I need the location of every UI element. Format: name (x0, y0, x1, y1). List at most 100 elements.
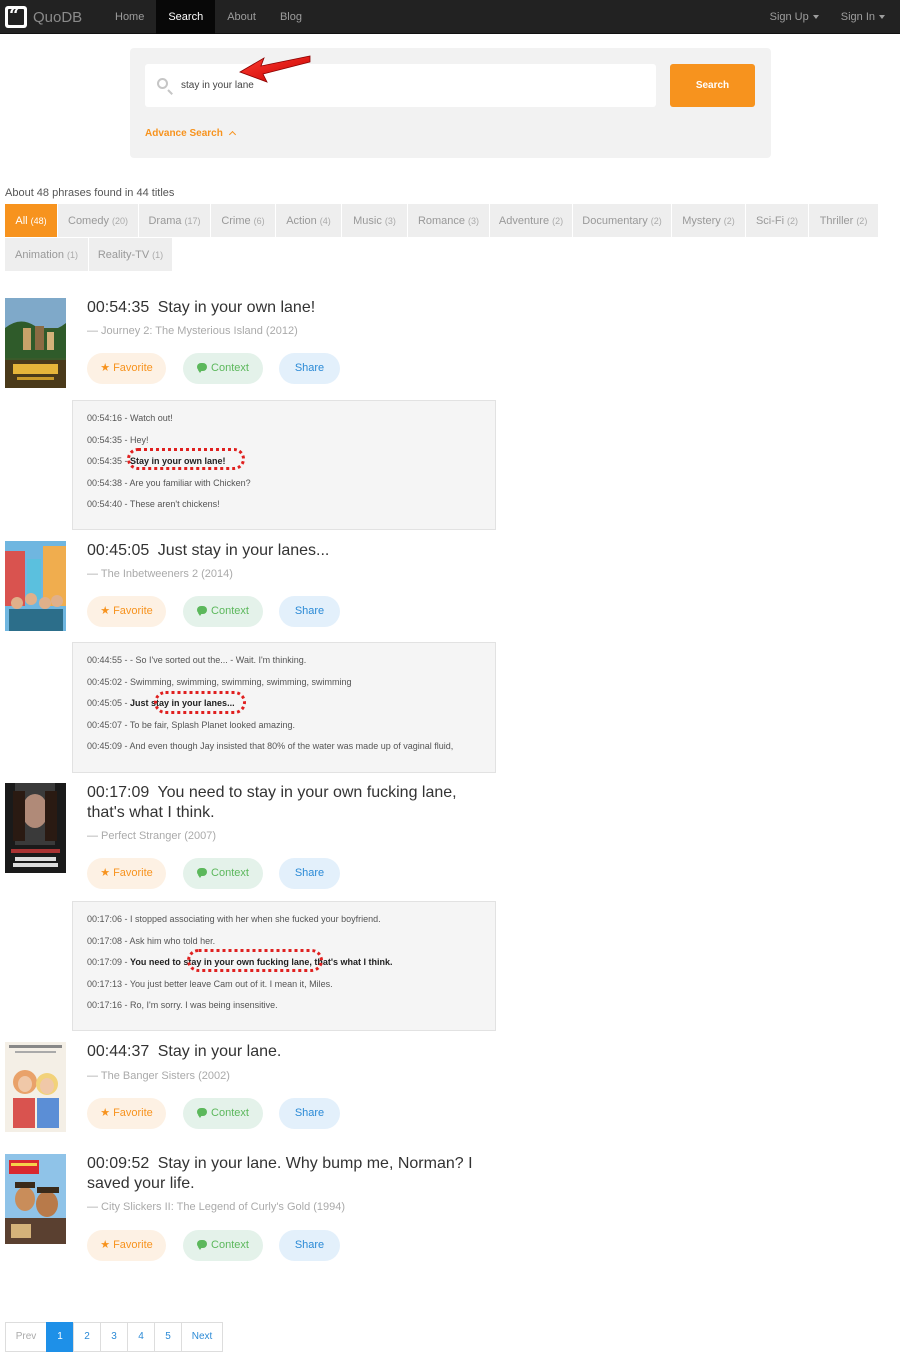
sign-up-dropdown[interactable]: Sign Up (759, 0, 830, 34)
phrase-time: 00:45:05 (87, 542, 150, 559)
share-button[interactable]: Share (279, 353, 340, 384)
movie-title[interactable]: — The Banger Sisters (2002) (87, 1070, 230, 1082)
share-button[interactable]: Share (279, 1230, 340, 1261)
phrase-line[interactable]: 00:17:09 You need to stay in your own fu… (87, 783, 497, 823)
context-line: 00:17:13 - You just better leave Cam out… (87, 977, 495, 999)
context-text: Ask him who told her. (129, 935, 216, 946)
share-button[interactable]: Share (279, 1098, 340, 1129)
advance-search-toggle[interactable]: Advance Search (145, 128, 236, 139)
genre-tab-action[interactable]: Action (4) (276, 204, 342, 238)
phrase-text: Just stay in your lanes... (157, 542, 330, 559)
context-time: 00:45:05 - (87, 698, 131, 708)
search-button[interactable]: Search (670, 64, 755, 107)
genre-tab-documentary[interactable]: Documentary (2) (573, 204, 672, 238)
genre-tab-drama[interactable]: Drama (17) (139, 204, 211, 238)
phrase-time: 00:09:52 (87, 1155, 150, 1172)
phrase-line[interactable]: 00:09:52 Stay in your lane. Why bump me,… (87, 1154, 497, 1194)
genre-label: All (15, 215, 28, 227)
genre-tab-sci-fi[interactable]: Sci-Fi (2) (746, 204, 809, 238)
genre-tab-thriller[interactable]: Thriller (2) (809, 204, 879, 238)
search-box[interactable] (145, 64, 656, 107)
genre-count: (1) (66, 250, 78, 260)
page-button-3[interactable]: 3 (100, 1322, 128, 1352)
context-text: You just better leave Cam out of it. I m… (129, 978, 333, 989)
result-item: 00:44:37 Stay in your lane. — The Banger… (5, 1042, 500, 1134)
nav-home[interactable]: Home (103, 0, 156, 34)
phrase-line[interactable]: 00:45:05 Just stay in your lanes... (87, 541, 497, 561)
genre-label: Mystery (682, 215, 721, 227)
advance-search-label: Advance Search (145, 128, 223, 139)
movie-title[interactable]: — City Slickers II: The Legend of Curly'… (87, 1201, 345, 1213)
prev-page-button[interactable]: Prev (5, 1322, 47, 1352)
page-button-1[interactable]: 1 (46, 1322, 74, 1352)
favorite-button[interactable]: ★ Favorite (87, 858, 166, 889)
context-time: 00:54:35 - (87, 434, 131, 445)
nav-search[interactable]: Search (156, 0, 216, 34)
movie-poster-inbetweeners-2[interactable] (5, 541, 66, 631)
genre-tab-animation[interactable]: Animation (1) (5, 238, 89, 272)
context-button[interactable]: Context (183, 353, 263, 384)
context-time: 00:17:09 - (87, 957, 131, 967)
sign-in-dropdown[interactable]: Sign In (830, 0, 896, 34)
genre-tab-reality-tv[interactable]: Reality-TV (1) (89, 238, 173, 272)
favorite-button[interactable]: ★ Favorite (87, 1098, 166, 1129)
genre-tab-crime[interactable]: Crime (6) (211, 204, 276, 238)
genre-tab-all[interactable]: All (48) (5, 204, 58, 238)
favorite-button[interactable]: ★ Favorite (87, 353, 166, 384)
next-page-button[interactable]: Next (181, 1322, 223, 1352)
context-time: 00:17:06 - (87, 914, 131, 924)
context-time: 00:44:55 - (87, 655, 131, 665)
page-button-5[interactable]: 5 (154, 1322, 182, 1352)
phrase-line[interactable]: 00:44:37 Stay in your lane. (87, 1042, 497, 1062)
context-time: 00:45:02 - (87, 676, 131, 687)
context-button[interactable]: Context (183, 596, 263, 627)
context-text: Hey! (130, 434, 149, 445)
favorite-button[interactable]: ★ Favorite (87, 596, 166, 627)
context-line: 00:17:16 - Ro, I'm sorry. I was being in… (87, 998, 495, 1020)
genre-tab-comedy[interactable]: Comedy (20) (58, 204, 139, 238)
result-item: 00:09:52 Stay in your lane. Why bump me,… (5, 1154, 500, 1264)
context-time: 00:17:16 - (87, 1000, 131, 1010)
context-label: Context (211, 867, 249, 879)
movie-poster-perfect-stranger[interactable] (5, 783, 66, 873)
share-button[interactable]: Share (279, 858, 340, 889)
context-text: I stopped associating with her when she … (130, 914, 381, 924)
context-label: Context (211, 1107, 249, 1119)
genre-tab-romance[interactable]: Romance (3) (408, 204, 490, 238)
context-text: Are you familiar with Chicken? (129, 477, 251, 488)
movie-title[interactable]: — Perfect Stranger (2007) (87, 830, 216, 842)
page-button-4[interactable]: 4 (127, 1322, 155, 1352)
genre-label: Animation (15, 249, 64, 261)
movie-poster-city-slickers-2[interactable] (5, 1154, 66, 1244)
context-button[interactable]: Context (183, 1230, 263, 1261)
context-label: Context (211, 605, 249, 617)
phrase-line[interactable]: 00:54:35 Stay in your own lane! (87, 298, 497, 318)
context-text: And even though Jay insisted that 80% of… (129, 741, 454, 751)
favorite-label: Favorite (113, 867, 153, 879)
result-item: 00:45:05 Just stay in your lanes... — Th… (5, 541, 500, 773)
nav-blog[interactable]: Blog (268, 0, 314, 34)
movie-poster-journey-2[interactable] (5, 298, 66, 388)
genre-label: Action (286, 215, 317, 227)
nav-about[interactable]: About (215, 0, 268, 34)
favorite-button[interactable]: ★ Favorite (87, 1230, 166, 1261)
share-button[interactable]: Share (279, 596, 340, 627)
phrase-time: 00:44:37 (87, 1043, 150, 1060)
brand[interactable]: “ QuoDB (5, 5, 82, 29)
context-button[interactable]: Context (183, 1098, 263, 1129)
movie-poster-banger-sisters[interactable] (5, 1042, 66, 1132)
genre-tab-adventure[interactable]: Adventure (2) (490, 204, 573, 238)
context-button[interactable]: Context (183, 858, 263, 889)
genre-tab-mystery[interactable]: Mystery (2) (672, 204, 746, 238)
page-button-2[interactable]: 2 (73, 1322, 101, 1352)
genre-count: (6) (253, 216, 265, 226)
movie-title[interactable]: — Journey 2: The Mysterious Island (2012… (87, 325, 298, 337)
movie-title[interactable]: — The Inbetweeners 2 (2014) (87, 568, 233, 580)
genre-label: Adventure (498, 215, 550, 227)
genre-tab-music[interactable]: Music (3) (342, 204, 408, 238)
top-navbar: “ QuoDB Home Search About Blog Sign Up S… (0, 0, 900, 34)
annotation-arrow-icon (239, 55, 311, 83)
chat-icon (197, 606, 208, 616)
context-text: These aren't chickens! (129, 499, 220, 509)
genre-label: Music (353, 215, 382, 227)
